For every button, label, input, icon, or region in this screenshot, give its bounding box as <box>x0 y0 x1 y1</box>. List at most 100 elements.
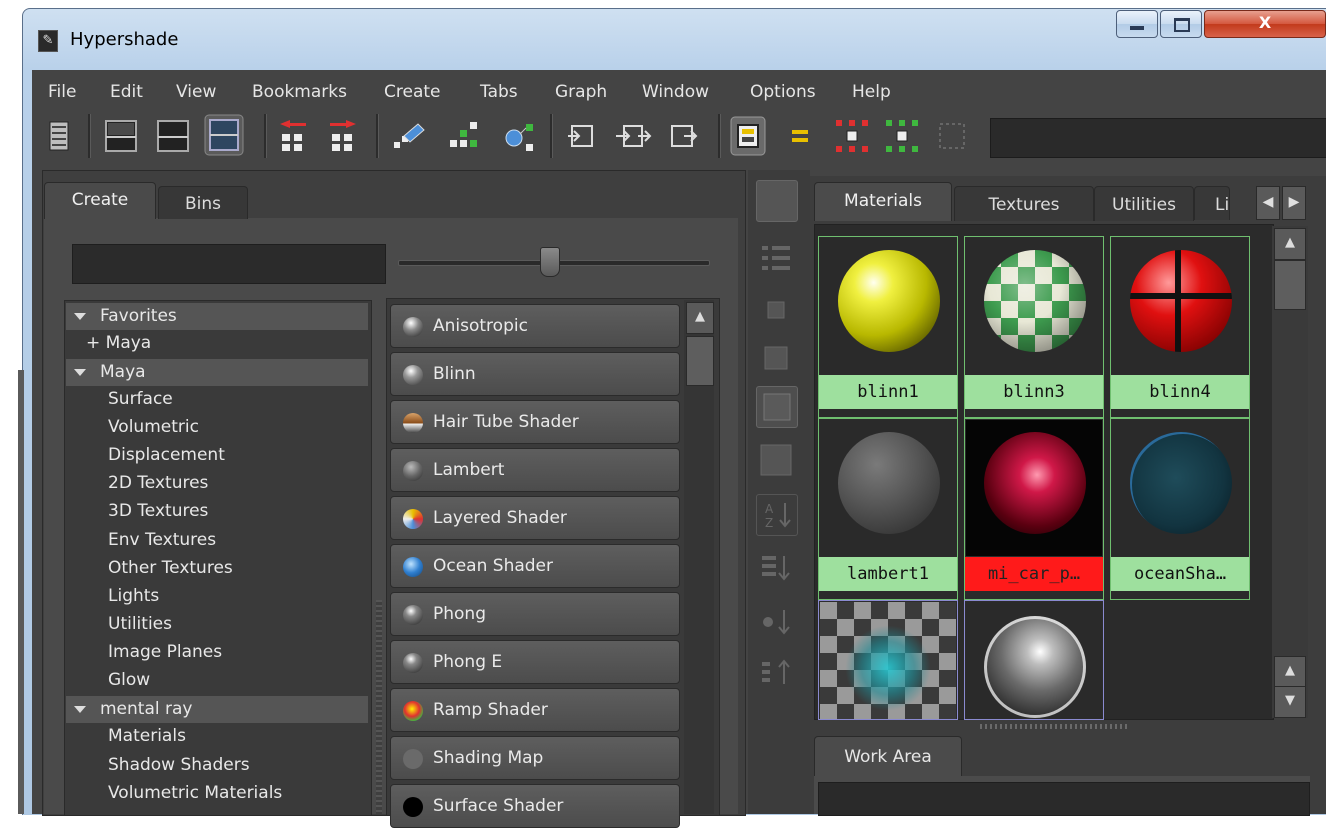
shader-button-ramp[interactable]: Ramp Shader <box>390 688 680 732</box>
minimize-button[interactable] <box>1116 10 1158 38</box>
extra-large-swatch-icon[interactable] <box>756 440 796 480</box>
shader-button-blinn[interactable]: Blinn <box>390 352 680 396</box>
reverse-sort-icon[interactable] <box>756 654 796 694</box>
tree-item-materials[interactable]: Materials <box>66 723 368 750</box>
scroll-up-arrow-icon[interactable]: ▲ <box>1274 656 1306 688</box>
tab-work-area[interactable]: Work Area <box>814 736 962 777</box>
scroll-up-arrow-icon[interactable]: ▲ <box>686 302 714 334</box>
tab-scroll-right-icon[interactable]: ▶ <box>1282 186 1306 220</box>
icon-size-slider-handle[interactable] <box>540 247 560 277</box>
zoom-disabled-icon[interactable] <box>934 118 970 154</box>
maximize-button[interactable] <box>1160 10 1202 38</box>
output-connections-icon[interactable] <box>666 118 700 154</box>
menu-graph[interactable]: Graph <box>555 82 607 102</box>
shader-button-phong-e[interactable]: Phong E <box>390 640 680 684</box>
tree-item-volumetric-materials[interactable]: Volumetric Materials <box>66 780 368 807</box>
clear-graph-icon[interactable] <box>390 118 426 154</box>
medium-swatch-icon[interactable] <box>756 338 796 378</box>
shader-button-hair-tube[interactable]: Hair Tube Shader <box>390 400 680 444</box>
sort-by-type-icon[interactable] <box>756 548 796 588</box>
tree-item-env-textures[interactable]: Env Textures <box>66 527 368 554</box>
expanded-arrow-icon[interactable] <box>74 368 86 376</box>
show-downstream-icon[interactable] <box>326 118 360 154</box>
shader-button-lambert[interactable]: Lambert <box>390 448 680 492</box>
small-swatch-icon[interactable] <box>756 290 796 330</box>
simple-mode-icon[interactable] <box>784 118 816 154</box>
tab-lights[interactable]: Lig <box>1194 186 1230 220</box>
scroll-down-arrow-icon[interactable]: ▼ <box>1274 686 1306 718</box>
menu-edit[interactable]: Edit <box>110 82 143 102</box>
tab-bins[interactable]: Bins <box>158 186 248 219</box>
expand-all-icon[interactable] <box>834 118 870 154</box>
tree-item-other-textures[interactable]: Other Textures <box>66 555 368 582</box>
sort-by-time-icon[interactable] <box>756 602 796 642</box>
tree-item-lights[interactable]: Lights <box>66 583 368 610</box>
menu-help[interactable]: Help <box>852 82 891 102</box>
menu-tabs[interactable]: Tabs <box>480 82 518 102</box>
menu-view[interactable]: View <box>176 82 216 102</box>
shader-button-layered[interactable]: Layered Shader <box>390 496 680 540</box>
tree-header-maya[interactable]: Maya <box>66 359 368 386</box>
scrollbar-thumb[interactable] <box>686 336 714 386</box>
menu-window[interactable]: Window <box>642 82 709 102</box>
maya-hypershade-icon[interactable]: ✎ <box>38 30 58 52</box>
layout-bottom-icon[interactable] <box>156 118 190 154</box>
list-view-icon[interactable] <box>756 238 796 278</box>
work-area-canvas[interactable] <box>818 782 1310 816</box>
tab-create[interactable]: Create <box>44 182 156 219</box>
tree-item-glow[interactable]: Glow <box>66 667 368 694</box>
menu-create[interactable]: Create <box>384 82 441 102</box>
menu-options[interactable]: Options <box>750 82 816 102</box>
tree-header-mental-ray[interactable]: mental ray <box>66 696 368 723</box>
rearrange-graph-icon[interactable] <box>444 118 480 154</box>
tab-scroll-left-icon[interactable]: ◀ <box>1256 186 1280 220</box>
menu-bookmarks[interactable]: Bookmarks <box>252 82 347 102</box>
input-connections-icon[interactable] <box>564 118 598 154</box>
toggle-swatches-icon[interactable] <box>730 116 766 156</box>
tree-item-volumetric[interactable]: Volumetric <box>66 414 368 441</box>
shader-button-anisotropic[interactable]: Anisotropic <box>390 304 680 348</box>
close-button[interactable]: X <box>1204 10 1326 38</box>
shelf-icon[interactable] <box>46 118 72 154</box>
tree-item-utilities[interactable]: Utilities <box>66 611 368 638</box>
shader-button-ocean[interactable]: Ocean Shader <box>390 544 680 588</box>
toolbar-search-field[interactable] <box>990 118 1326 158</box>
tree-item-2d-textures[interactable]: 2D Textures <box>66 470 368 497</box>
tab-textures[interactable]: Textures <box>954 186 1094 221</box>
tab-utilities[interactable]: Utilities <box>1094 186 1194 221</box>
show-upstream-icon[interactable] <box>276 118 310 154</box>
material-swatch[interactable]: blinn3 <box>964 236 1104 418</box>
menu-file[interactable]: File <box>48 82 76 102</box>
graph-panel-icon[interactable] <box>756 180 798 222</box>
collapse-all-icon[interactable] <box>884 118 920 154</box>
tab-materials[interactable]: Materials <box>814 182 952 221</box>
large-swatch-icon[interactable] <box>756 386 798 428</box>
tree-item-displacement[interactable]: Displacement <box>66 442 368 469</box>
material-swatch[interactable]: mi_car_p… <box>964 418 1104 600</box>
material-swatch[interactable]: blinn4 <box>1110 236 1250 418</box>
input-output-connections-icon[interactable] <box>614 118 652 154</box>
tree-item-surface[interactable]: Surface <box>66 386 368 413</box>
scroll-up-arrow-icon[interactable]: ▲ <box>1274 228 1306 260</box>
shader-button-phong[interactable]: Phong <box>390 592 680 636</box>
sort-by-name-icon[interactable]: AZ <box>756 494 798 536</box>
material-swatch[interactable] <box>964 600 1104 720</box>
material-swatch[interactable]: blinn1 <box>818 236 958 418</box>
material-swatch[interactable]: oceanSha… <box>1110 418 1250 600</box>
material-swatch[interactable]: lambert1 <box>818 418 958 600</box>
create-filter-input[interactable] <box>72 244 386 284</box>
pane-split-grip[interactable] <box>376 600 382 814</box>
tree-item-image-planes[interactable]: Image Planes <box>66 639 368 666</box>
shader-button-surface[interactable]: Surface Shader <box>390 784 680 828</box>
graph-materials-icon[interactable] <box>500 118 536 154</box>
expanded-arrow-icon[interactable] <box>74 705 86 713</box>
layout-top-icon[interactable] <box>104 118 138 154</box>
tree-item-3d-textures[interactable]: 3D Textures <box>66 498 368 525</box>
tree-item-shadow-shaders[interactable]: Shadow Shaders <box>66 752 368 779</box>
material-swatch[interactable] <box>818 600 958 720</box>
tree-header-favorites[interactable]: Favorites <box>66 303 368 330</box>
tree-item-maya-favorite[interactable]: + Maya <box>66 330 368 357</box>
expanded-arrow-icon[interactable] <box>74 312 86 320</box>
scrollbar-thumb[interactable] <box>1274 260 1306 310</box>
pane-split-grip[interactable] <box>980 724 1130 729</box>
